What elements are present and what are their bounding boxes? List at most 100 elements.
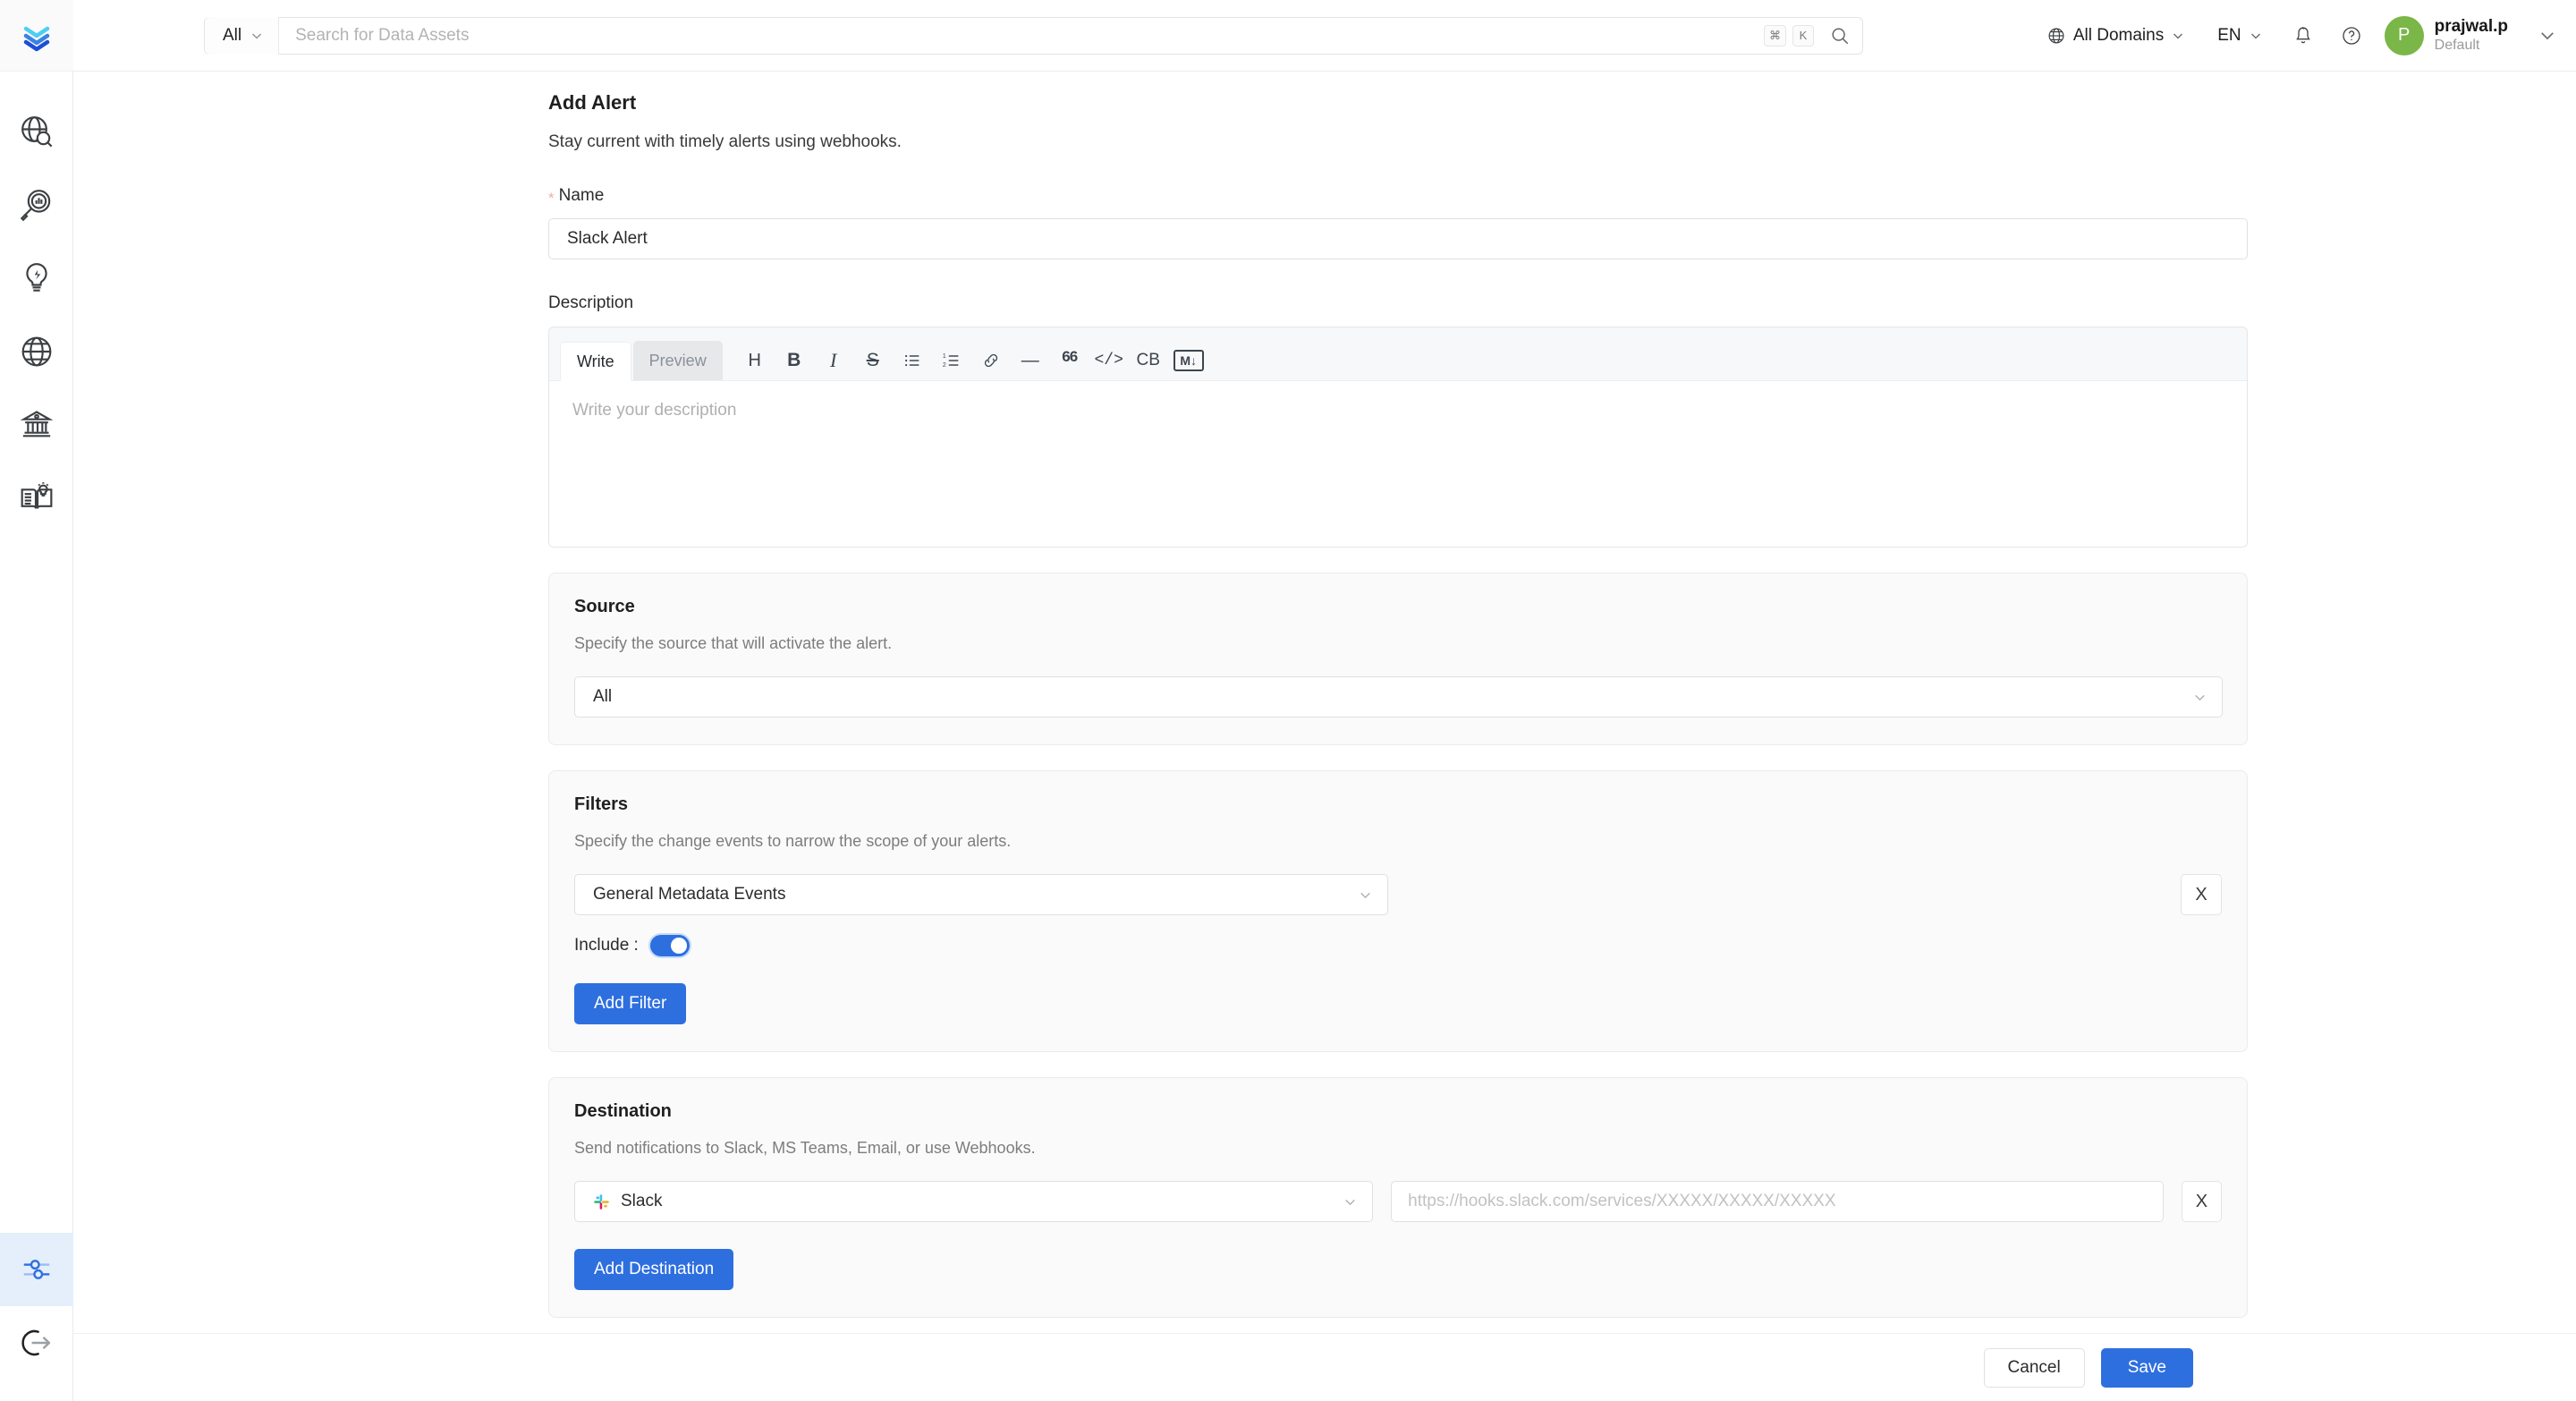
source-select[interactable]: All [574, 676, 2223, 717]
help-button[interactable] [2327, 16, 2376, 55]
form-footer: Cancel Save [73, 1333, 2576, 1401]
search-icon [1830, 26, 1850, 46]
sidebar-item-explore[interactable] [0, 95, 73, 168]
sidebar-item-insights[interactable] [0, 242, 73, 315]
language-selector[interactable]: EN [2201, 16, 2278, 55]
markdown-icon[interactable]: M↓ [1174, 350, 1204, 371]
language-selector-label: EN [2217, 26, 2241, 46]
numbered-list-icon: 1 2 [942, 351, 962, 370]
tab-write[interactable]: Write [560, 342, 631, 381]
globe-search-icon [19, 114, 55, 149]
content-area: Add Alert Stay current with timely alert… [73, 72, 2576, 1333]
search-input[interactable] [279, 18, 1764, 54]
remove-destination-button[interactable]: X [2182, 1181, 2222, 1222]
bullet-list-icon [902, 351, 922, 370]
include-label: Include : [574, 936, 639, 955]
description-label: Description [548, 293, 2248, 313]
svg-text:2: 2 [943, 362, 946, 369]
remove-filter-button[interactable]: X [2181, 874, 2222, 915]
description-placeholder: Write your description [572, 401, 736, 420]
main-area: All ⌘ K [73, 0, 2576, 1401]
kbd-k: K [1792, 25, 1814, 47]
page-subtitle: Stay current with timely alerts using we… [548, 132, 2248, 152]
chevron-down-icon [1358, 887, 1373, 903]
tab-preview[interactable]: Preview [633, 341, 723, 380]
name-input[interactable] [548, 218, 2248, 259]
filters-title: Filters [574, 794, 2222, 815]
destination-type-select[interactable]: Slack [574, 1181, 1373, 1222]
blockquote-icon[interactable]: 66 [1050, 343, 1089, 378]
user-menu[interactable]: prajwal.p Default [2435, 16, 2508, 55]
destination-webhook-url-input[interactable] [1391, 1181, 2164, 1222]
chevron-down-icon [2249, 29, 2263, 43]
code-block-icon[interactable]: CB [1129, 343, 1168, 378]
chevron-down-icon [2192, 690, 2207, 705]
link-icon[interactable] [971, 343, 1011, 378]
filter-include-row: Include : [574, 935, 2222, 956]
numbered-list-icon[interactable]: 1 2 [932, 343, 971, 378]
heading-icon[interactable]: H [735, 343, 775, 378]
source-card: Source Specify the source that will acti… [548, 573, 2248, 745]
sidebar-item-govern[interactable] [0, 388, 73, 462]
description-textarea[interactable]: Write your description [549, 381, 2247, 547]
destination-type-value: Slack [621, 1192, 662, 1211]
filter-type-select[interactable]: General Metadata Events [574, 874, 1388, 915]
name-label: * Name [548, 186, 2248, 206]
destination-description: Send notifications to Slack, MS Teams, E… [574, 1139, 2222, 1158]
avatar[interactable]: P [2385, 16, 2424, 55]
chevron-down-icon [2538, 27, 2556, 45]
domain-selector-label: All Domains [2073, 26, 2164, 46]
book-bulb-icon [19, 480, 55, 516]
filters-card: Filters Specify the change events to nar… [548, 770, 2248, 1052]
cancel-button[interactable]: Cancel [1984, 1348, 2085, 1388]
notifications-button[interactable] [2279, 16, 2327, 55]
magnifier-chart-icon [19, 187, 55, 223]
bold-icon[interactable]: B [775, 343, 814, 378]
sidebar-item-logout[interactable] [0, 1306, 73, 1380]
search-submit-button[interactable] [1826, 26, 1862, 46]
destination-title: Destination [574, 1101, 2222, 1122]
sidebar-item-observability[interactable] [0, 168, 73, 242]
domain-selector[interactable]: All Domains [2030, 16, 2201, 55]
link-icon [981, 351, 1001, 370]
source-description: Specify the source that will activate th… [574, 634, 2222, 653]
add-destination-button[interactable]: Add Destination [574, 1249, 733, 1290]
horizontal-rule-icon[interactable]: — [1011, 343, 1050, 378]
chevron-down-icon [2171, 29, 2185, 43]
openmetadata-layers-logo [19, 18, 55, 54]
filter-type-value: General Metadata Events [593, 885, 785, 904]
kbd-cmd: ⌘ [1764, 25, 1786, 47]
page-title: Add Alert [548, 91, 2248, 115]
globe-icon [2046, 26, 2066, 46]
app-root: All ⌘ K [0, 0, 2576, 1401]
search-shortcut-hint: ⌘ K [1764, 25, 1826, 47]
source-select-value: All [593, 687, 612, 707]
sidebar-item-domains[interactable] [0, 315, 73, 388]
inline-code-icon[interactable]: </> [1089, 343, 1129, 378]
add-filter-button[interactable]: Add Filter [574, 983, 686, 1024]
include-toggle[interactable] [650, 935, 690, 956]
sidebar-item-settings[interactable] [0, 1233, 73, 1306]
bullet-list-icon[interactable] [893, 343, 932, 378]
user-menu-chevron[interactable] [2538, 27, 2556, 45]
left-sidebar [0, 0, 73, 1401]
global-search-bar: All ⌘ K [204, 17, 1863, 55]
required-asterisk: * [548, 190, 555, 208]
top-right-controls: All Domains EN [2030, 16, 2556, 55]
chevron-down-icon [250, 29, 264, 43]
toggle-knob [671, 938, 687, 954]
search-scope-dropdown[interactable]: All [205, 17, 279, 55]
chevron-down-icon [1343, 1194, 1358, 1210]
sidebar-item-glossary[interactable] [0, 462, 73, 535]
markdown-toolbar: Write Preview H B I S [549, 327, 2247, 381]
user-persona: Default [2435, 37, 2508, 55]
strikethrough-icon[interactable]: S [853, 343, 893, 378]
globe-icon [19, 334, 55, 369]
italic-icon[interactable]: I [814, 343, 853, 378]
help-circle-icon [2341, 25, 2362, 47]
save-button[interactable]: Save [2101, 1348, 2193, 1388]
app-logo[interactable] [0, 0, 73, 72]
sidebar-bottom-items [0, 1233, 73, 1380]
markdown-tool-buttons: H B I S [735, 341, 1204, 380]
svg-text:1: 1 [943, 353, 946, 360]
